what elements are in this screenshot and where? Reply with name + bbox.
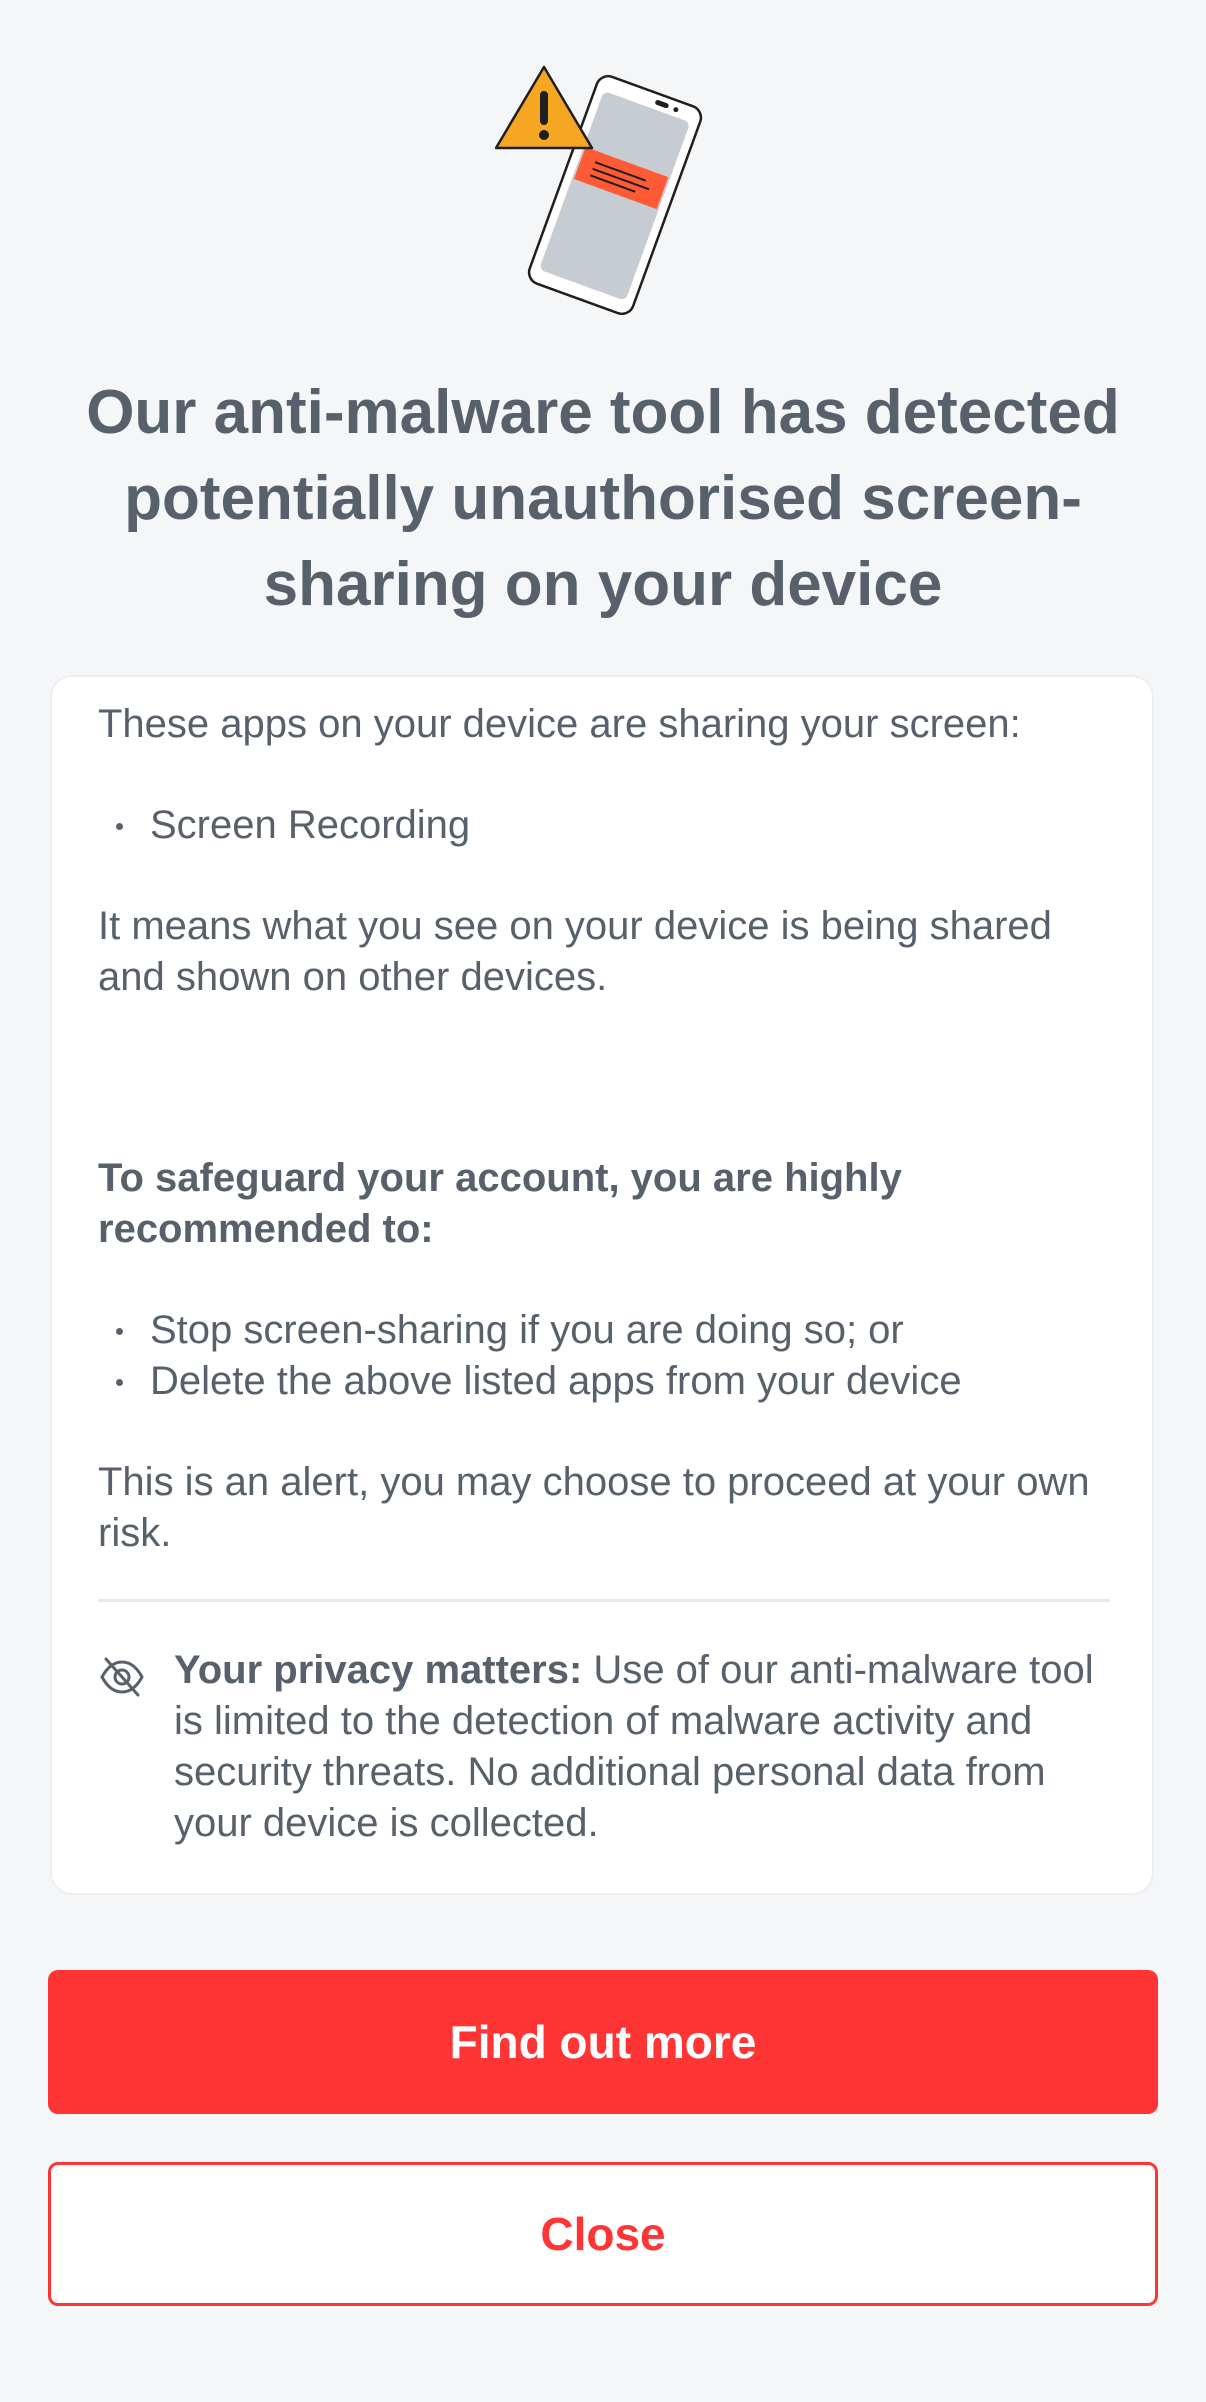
alert-title: Our anti-malware tool has detected poten… — [86, 378, 1120, 619]
privacy-label: Your privacy matters: — [174, 1648, 583, 1692]
privacy-text: Your privacy matters: Use of our anti-ma… — [174, 1645, 1110, 1849]
close-button[interactable]: Close — [48, 2162, 1158, 2306]
phone-warning-icon — [495, 65, 703, 316]
meaning-text: It means what you see on your device is … — [98, 904, 1052, 999]
app-list: Screen Recording — [98, 800, 1110, 851]
divider — [98, 1599, 1110, 1602]
alert-details-card: These apps on your device are sharing yo… — [50, 675, 1154, 1895]
intro-text: These apps on your device are sharing yo… — [98, 702, 1021, 746]
card-content: These apps on your device are sharing yo… — [98, 699, 1110, 1559]
risk-note: This is an alert, you may choose to proc… — [98, 1460, 1090, 1555]
find-out-more-button[interactable]: Find out more — [48, 1970, 1158, 2114]
recommendation-list: Stop screen-sharing if you are doing so;… — [98, 1305, 1110, 1407]
list-item: Delete the above listed apps from your d… — [98, 1356, 1110, 1407]
eye-off-icon — [100, 1657, 144, 1697]
list-item: Screen Recording — [98, 800, 1110, 851]
list-item: Stop screen-sharing if you are doing so;… — [98, 1305, 1110, 1356]
hero-illustration — [0, 55, 1206, 325]
recommend-heading: To safeguard your account, you are highl… — [98, 1156, 902, 1251]
